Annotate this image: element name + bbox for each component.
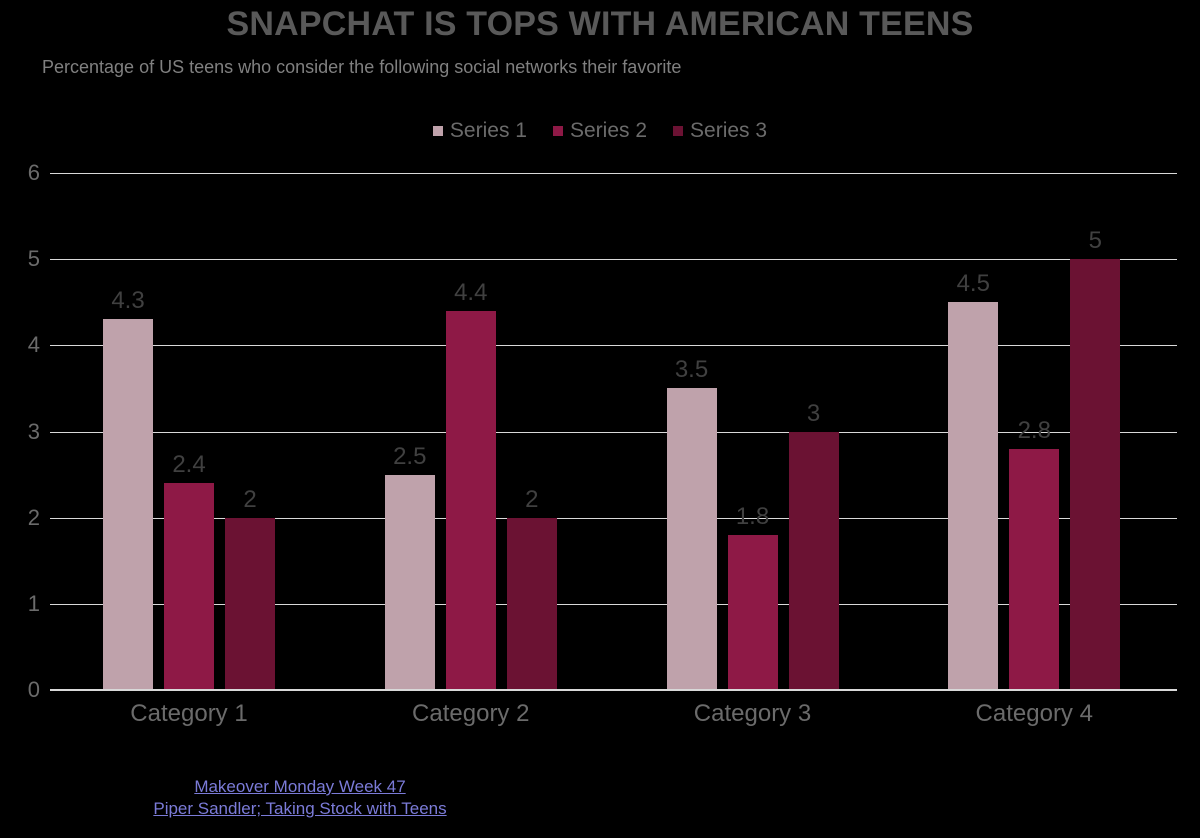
bar-value-label: 5 [1088, 227, 1102, 255]
bar[interactable] [384, 474, 435, 690]
bar[interactable] [1009, 448, 1060, 690]
x-axis-category-text: Category 3 [693, 700, 812, 727]
y-axis-tick-label: 6 [27, 160, 40, 185]
legend-swatch-icon [552, 125, 563, 136]
y-axis-tick-label: 0 [27, 677, 40, 702]
bars: 4.5 2.8 5 [895, 173, 1177, 690]
bar-group: 4.5 2.8 5 [895, 173, 1177, 690]
legend-item-3[interactable]: Series 3 [673, 120, 767, 141]
bars: 4.3 2.4 2 [50, 173, 332, 690]
chart-container: SNAPCHAT IS TOPS WITH AMERICAN TEENS Per… [0, 0, 1200, 838]
bar[interactable] [788, 431, 839, 690]
y-axis-tick-label: 4 [27, 332, 40, 358]
bar-value-label: 2.5 [393, 442, 427, 470]
bar-value-label: 2 [243, 485, 257, 513]
bar-value-label: 3 [806, 399, 821, 427]
bar[interactable] [506, 517, 557, 690]
bar-groups: 4.3 2.4 2 2.5 4.4 2 3.5 1.8 3 4.5 2.8 5 [50, 173, 1177, 690]
footer-link-1[interactable]: Makeover Monday Week 47 [90, 776, 510, 798]
bar-item[interactable]: 2.4 [164, 173, 214, 690]
bar[interactable] [727, 534, 778, 690]
bars: 3.5 1.8 3 [614, 173, 896, 690]
bar-item[interactable]: 3.5 [666, 173, 717, 690]
bar-group: 3.5 1.8 3 [614, 173, 896, 690]
bar[interactable] [103, 319, 153, 690]
x-axis-category-label: Category 2 [332, 700, 614, 728]
bar-item[interactable]: 2 [225, 173, 275, 690]
plot-area: 4.3 2.4 2 2.5 4.4 2 3.5 1.8 3 4.5 2.8 5 [50, 173, 1177, 691]
y-axis-tick-label: 2 [27, 504, 40, 530]
bar-item[interactable]: 4.4 [445, 173, 496, 690]
bar-item[interactable]: 2.5 [384, 173, 435, 690]
bars: 2.5 4.4 2 [332, 173, 614, 690]
x-axis-category-labels: Category 1 Category 2 Category 3 Category 4 [50, 700, 1177, 728]
bar-item[interactable]: 2 [506, 173, 557, 690]
bar-item[interactable]: 3 [788, 173, 839, 690]
bar[interactable] [1070, 259, 1121, 690]
bar-item[interactable]: 4.3 [103, 173, 153, 690]
footer-link-2[interactable]: Piper Sandler; Taking Stock with Teens [90, 798, 510, 820]
chart-legend: Series 1 Series 2 Series 3 [0, 120, 1200, 141]
legend-item-2[interactable]: Series 2 [552, 119, 648, 142]
legend-swatch-icon [432, 125, 443, 136]
bar-value-label: 1.8 [735, 502, 770, 530]
bar[interactable] [225, 517, 275, 690]
bar-value-label: 2 [525, 485, 539, 513]
y-axis-tick-label: 5 [27, 246, 40, 272]
bar-value-label: 4.5 [956, 270, 990, 298]
bar[interactable] [666, 388, 717, 690]
bar-item[interactable]: 4.5 [948, 173, 999, 690]
bar-item[interactable]: 2.8 [1009, 173, 1060, 690]
bar-value-label: 2.8 [1017, 416, 1051, 444]
x-axis-category-text: Category 1 [130, 700, 248, 727]
x-axis-category-text: Category 4 [975, 700, 1093, 727]
chart-title: SNAPCHAT IS TOPS WITH AMERICAN TEENS [226, 5, 974, 43]
x-axis-category-label: Category 1 [50, 700, 332, 728]
x-axis-category-label: Category 3 [614, 700, 896, 728]
bar-group: 2.5 4.4 2 [332, 173, 614, 690]
legend-item-1[interactable]: Series 1 [432, 119, 527, 142]
bar-value-label: 3.5 [674, 356, 709, 384]
bar[interactable] [164, 483, 214, 690]
bar[interactable] [445, 310, 496, 690]
bar-item[interactable]: 5 [1070, 173, 1121, 690]
bar[interactable] [948, 302, 999, 690]
chart-subtitle: Percentage of US teens who consider the … [42, 57, 682, 77]
legend-label: Series 3 [690, 119, 768, 142]
x-axis-line [50, 689, 1177, 691]
bar-value-label: 2.4 [172, 451, 206, 479]
y-axis-tick-label: 3 [27, 418, 40, 444]
legend-swatch-icon [673, 125, 684, 136]
y-axis-tick-label: 1 [27, 590, 40, 616]
bar-item[interactable]: 1.8 [727, 173, 778, 690]
bar-group: 4.3 2.4 2 [50, 173, 332, 690]
footer-links: Makeover Monday Week 47 Piper Sandler; Ta… [90, 776, 510, 820]
legend-label: Series 1 [449, 119, 527, 142]
x-axis-category-label: Category 4 [895, 700, 1177, 728]
bar-value-label: 4.4 [454, 278, 488, 306]
bar-value-label: 4.3 [111, 287, 145, 315]
legend-label: Series 2 [569, 119, 648, 142]
x-axis-category-text: Category 2 [412, 700, 530, 727]
